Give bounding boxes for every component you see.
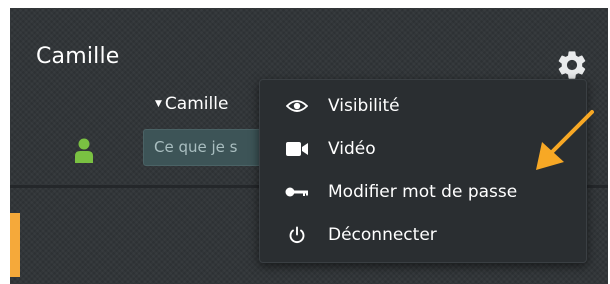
eye-icon bbox=[282, 96, 312, 116]
panel-title: Camille bbox=[36, 44, 120, 69]
settings-gear-icon[interactable] bbox=[555, 48, 589, 82]
menu-item-label: Déconnecter bbox=[328, 224, 437, 245]
key-icon bbox=[282, 182, 312, 202]
status-input-placeholder: Ce que je s bbox=[154, 138, 238, 156]
online-user-icon bbox=[75, 138, 93, 163]
menu-item-logout[interactable]: Déconnecter bbox=[260, 213, 586, 256]
orange-accent-bar bbox=[10, 213, 20, 277]
user-select-dropdown[interactable]: ▼ Camille bbox=[155, 94, 228, 114]
annotation-arrow-icon bbox=[536, 110, 594, 170]
caret-down-icon: ▼ bbox=[155, 99, 162, 109]
menu-item-label: Vidéo bbox=[328, 138, 376, 159]
menu-item-label: Visibilité bbox=[328, 95, 400, 116]
video-camera-icon bbox=[282, 139, 312, 159]
power-icon bbox=[282, 225, 312, 245]
user-select-label: Camille bbox=[164, 94, 229, 114]
menu-item-label: Modifier mot de passe bbox=[328, 181, 518, 202]
